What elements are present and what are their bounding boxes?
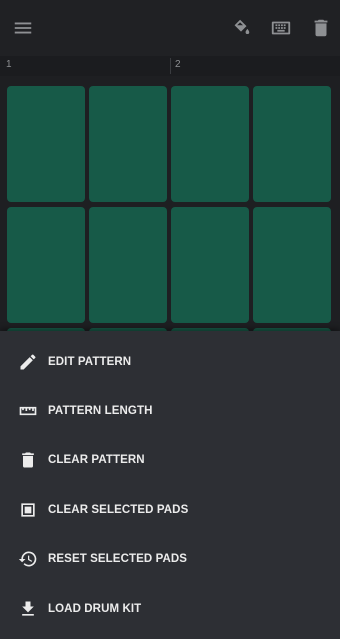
bar-ruler: 1 2 [0, 56, 340, 76]
edit-pattern-label: EDIT PATTERN [48, 355, 132, 368]
bucket-icon[interactable] [229, 16, 253, 40]
pad-2-2[interactable] [89, 207, 167, 323]
bottom-sheet-menu: EDIT PATTERN PATTERN LENGTH CLEAR PATTER… [0, 331, 340, 639]
clear-selected-pads-item[interactable]: CLEAR SELECTED PADS [0, 485, 340, 534]
bar-marker-2: 2 [175, 59, 181, 70]
pencil-icon [17, 351, 39, 373]
pad-2-3[interactable] [171, 207, 249, 323]
pad-1-1[interactable] [7, 86, 85, 202]
pattern-length-label: PATTERN LENGTH [48, 404, 153, 417]
hamburger-menu-icon[interactable] [11, 16, 35, 40]
edit-pattern-item[interactable]: EDIT PATTERN [0, 337, 340, 386]
keyboard-icon[interactable] [269, 16, 293, 40]
clear-pattern-label: CLEAR PATTERN [48, 453, 145, 466]
trash-icon[interactable] [309, 16, 333, 40]
pad-2-4[interactable] [253, 207, 331, 323]
trash-icon [17, 449, 39, 471]
load-drum-kit-label: LOAD DRUM KIT [48, 602, 142, 615]
clear-pattern-item[interactable]: CLEAR PATTERN [0, 435, 340, 484]
pad-2-1[interactable] [7, 207, 85, 323]
load-drum-kit-item[interactable]: LOAD DRUM KIT [0, 584, 340, 633]
bar-divider [170, 58, 171, 74]
history-reset-icon [17, 548, 39, 570]
reset-selected-pads-label: RESET SELECTED PADS [48, 552, 188, 565]
pad-1-4[interactable] [253, 86, 331, 202]
download-icon [17, 598, 39, 620]
clear-selected-pads-label: CLEAR SELECTED PADS [48, 503, 189, 516]
ruler-icon [17, 400, 39, 422]
top-toolbar [0, 0, 340, 56]
pad-1-3[interactable] [171, 86, 249, 202]
bar-marker-1: 1 [6, 59, 12, 70]
pad-1-2[interactable] [89, 86, 167, 202]
square-clear-icon [17, 499, 39, 521]
reset-selected-pads-item[interactable]: RESET SELECTED PADS [0, 534, 340, 583]
pattern-length-item[interactable]: PATTERN LENGTH [0, 386, 340, 435]
